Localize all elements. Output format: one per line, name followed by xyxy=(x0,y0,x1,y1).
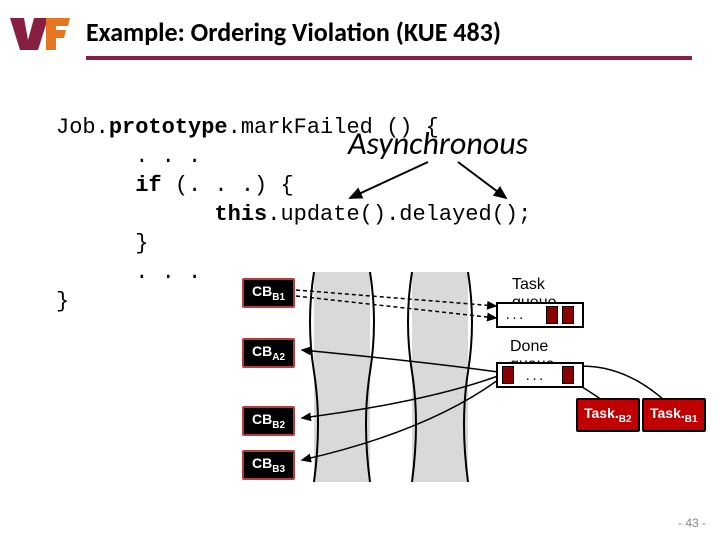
code-l6: . . . xyxy=(56,260,201,285)
done-queue: . . . xyxy=(496,362,584,388)
cb-b3-label: CBB3 xyxy=(242,450,295,480)
cb-b1-label: CBB1 xyxy=(242,278,295,308)
task-b1-label: Task.B1 xyxy=(642,398,706,432)
cb-b2-label: CBB2 xyxy=(242,406,295,436)
annotation-arrows xyxy=(338,156,558,216)
task-b2-label: Task.B2 xyxy=(576,398,640,432)
slide-title: Example: Ordering Violation (KUE 483) xyxy=(86,16,501,48)
code-l5: } xyxy=(56,231,148,256)
code-l7: } xyxy=(56,289,69,314)
diagram-flow-lines xyxy=(246,272,706,492)
page-number: - 43 - xyxy=(678,516,706,530)
cb-a2-label: CBA2 xyxy=(242,338,295,368)
task-queue: . . . xyxy=(496,302,584,328)
code-l2: . . . xyxy=(56,144,201,169)
vt-logo xyxy=(10,18,72,57)
title-rule xyxy=(86,56,692,60)
code-l3: if (. . .) { xyxy=(56,173,294,198)
